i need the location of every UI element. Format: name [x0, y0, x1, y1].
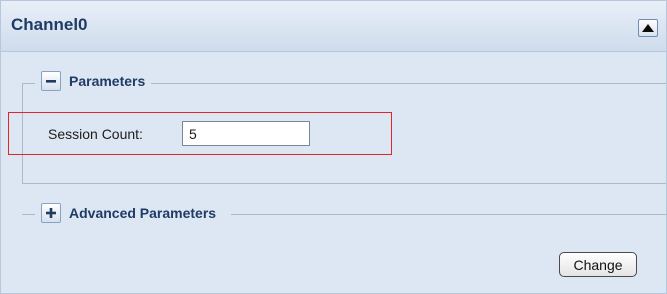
advanced-parameters-label: Advanced Parameters [69, 205, 217, 221]
minus-icon [46, 80, 56, 83]
parameters-legend: Parameters [35, 71, 152, 91]
triangle-up-icon [642, 24, 654, 32]
channel-panel: Channel0 Parameters Session Count: Advan… [0, 0, 667, 294]
change-button[interactable]: Change [559, 252, 637, 277]
parameters-toggle-button[interactable] [41, 71, 61, 91]
advanced-parameters-legend: Advanced Parameters [35, 203, 223, 223]
parameters-legend-label: Parameters [69, 73, 146, 89]
session-count-input[interactable] [182, 121, 310, 146]
panel-title: Channel0 [11, 15, 88, 34]
panel-header: Channel0 [1, 1, 666, 52]
advanced-parameters-toggle-button[interactable] [41, 203, 61, 223]
advanced-divider-right [231, 214, 667, 215]
plus-icon [46, 208, 56, 218]
session-count-label: Session Count: [48, 126, 143, 142]
collapse-panel-button[interactable] [638, 19, 658, 37]
